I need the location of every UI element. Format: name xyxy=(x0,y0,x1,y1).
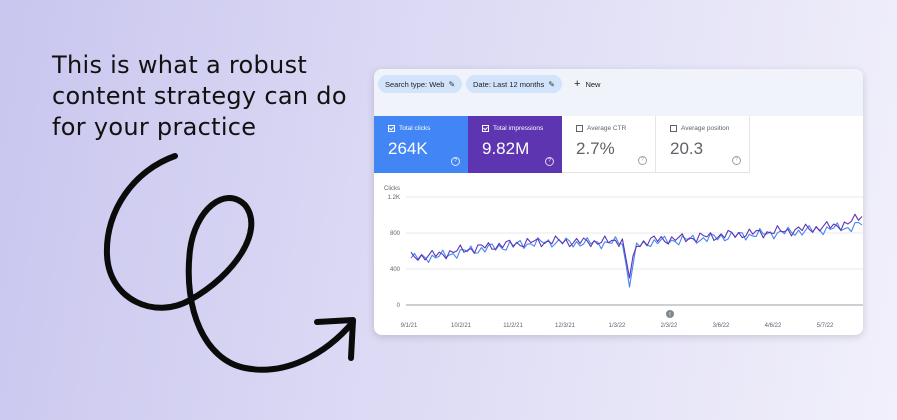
metric-value: 264K xyxy=(388,139,428,158)
plus-icon: + xyxy=(574,78,581,90)
metric-label: Total impressions xyxy=(493,125,544,132)
y-tick-label: 1.2K xyxy=(388,195,400,201)
metric-label: Average position xyxy=(681,125,730,132)
checkbox-unchecked-icon[interactable] xyxy=(670,125,677,132)
metric-average-ctr[interactable]: Average CTR 2.7% ? xyxy=(562,116,656,173)
y-tick-label: 800 xyxy=(390,231,401,237)
x-tick-label: 12/3/21 xyxy=(555,323,576,329)
series-line-clicks xyxy=(410,222,863,288)
y-axis-label: Clicks xyxy=(384,186,400,192)
pencil-icon: ✎ xyxy=(548,79,555,89)
checkbox-checked-icon[interactable] xyxy=(388,125,395,132)
pencil-icon: ✎ xyxy=(448,79,456,89)
help-icon[interactable]: ? xyxy=(732,156,741,165)
date-range-chip[interactable]: Date: Last 12 months ✎ xyxy=(466,75,562,93)
headline-line-1: This is what a robust xyxy=(52,51,308,79)
new-filter-label: New xyxy=(585,79,601,89)
headline-line-3: for your practice xyxy=(52,113,257,141)
headline: This is what a robust content strategy c… xyxy=(52,50,352,143)
x-tick-label: 3/6/22 xyxy=(713,323,730,329)
x-tick-label: 2/3/22 xyxy=(661,323,678,329)
x-tick-label: 5/7/22 xyxy=(817,323,834,329)
help-icon[interactable]: ? xyxy=(638,156,647,165)
metric-average-position[interactable]: Average position 20.3 ? xyxy=(656,116,750,173)
metric-value: 9.82M xyxy=(482,139,530,158)
y-tick-label: 0 xyxy=(397,303,401,309)
help-icon[interactable]: ? xyxy=(451,157,460,166)
y-tick-label: 400 xyxy=(390,267,401,273)
metric-total-impressions[interactable]: Total impressions 9.82M ? xyxy=(468,116,562,173)
x-tick-label: 10/2/21 xyxy=(451,323,472,329)
search-type-label: Search type: Web xyxy=(385,79,445,89)
metric-label: Average CTR xyxy=(587,125,627,132)
new-filter-button[interactable]: + New xyxy=(574,75,600,93)
metric-total-clicks[interactable]: Total clicks 264K ? xyxy=(374,116,468,173)
checkbox-unchecked-icon[interactable] xyxy=(576,125,583,132)
performance-chart: Clicks 1.2K 800 400 0 9/1/21 10/2/21 11/2/21 12/… xyxy=(384,186,863,329)
x-tick-label: 1/3/22 xyxy=(609,323,626,329)
headline-line-2: content strategy can do xyxy=(52,82,347,110)
search-console-card: Search type: Web ✎ Date: Last 12 months … xyxy=(374,69,863,335)
x-tick-label: 11/2/21 xyxy=(503,323,523,329)
help-icon[interactable]: ? xyxy=(545,157,554,166)
date-range-label: Date: Last 12 months xyxy=(473,79,545,89)
filter-bar: Search type: Web ✎ Date: Last 12 months … xyxy=(374,69,863,116)
x-tick-label: 4/6/22 xyxy=(765,323,782,329)
squiggle-arrow-icon xyxy=(103,153,356,373)
search-type-chip[interactable]: Search type: Web ✎ xyxy=(378,75,463,93)
x-tick-label: 9/1/21 xyxy=(401,323,418,329)
series-line-impressions xyxy=(410,213,863,279)
checkbox-checked-icon[interactable] xyxy=(482,125,489,132)
metric-label: Total clicks xyxy=(399,125,431,132)
